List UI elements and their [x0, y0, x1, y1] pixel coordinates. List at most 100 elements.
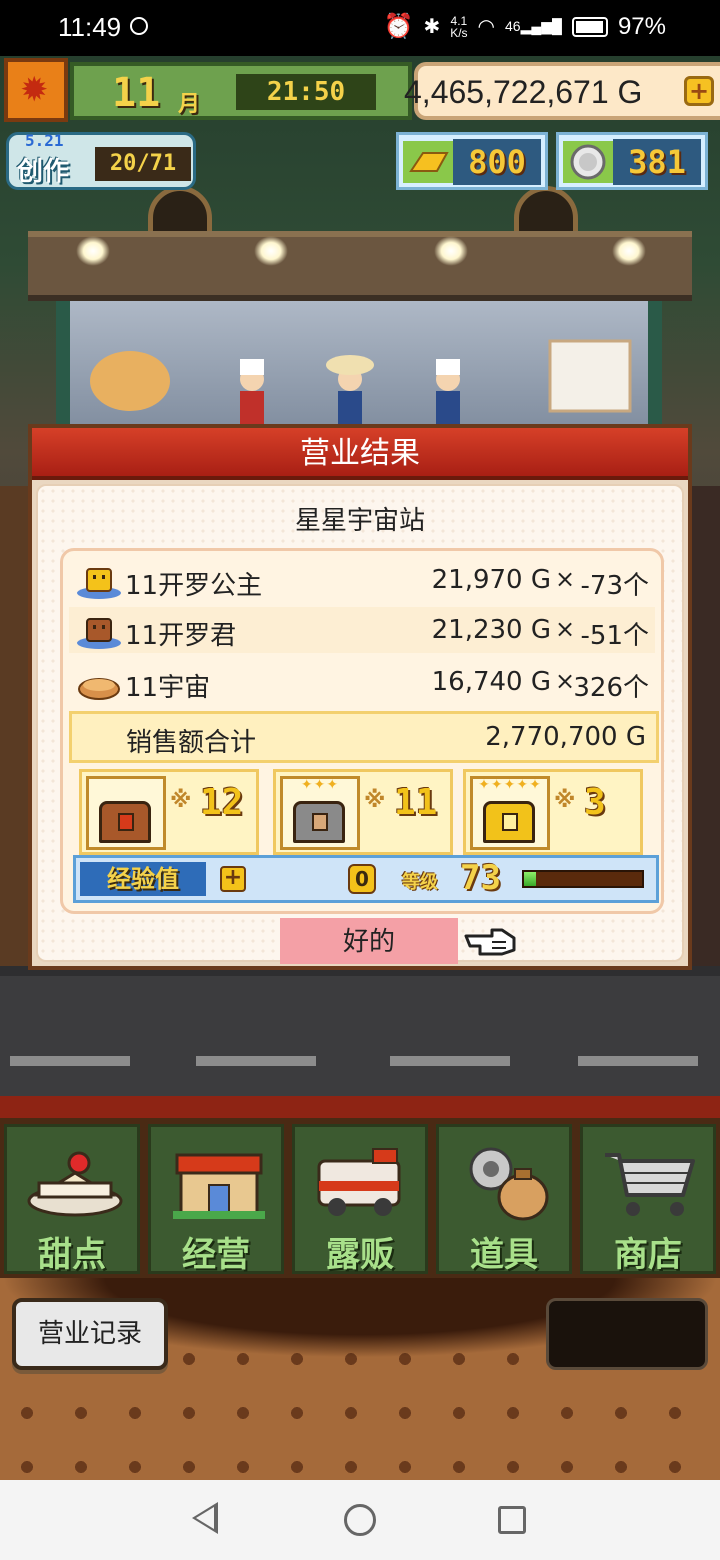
- princess-cake-icon: [77, 568, 121, 599]
- sidewalk: [690, 486, 720, 966]
- create-date: 5.21: [25, 131, 64, 150]
- road-marking: [10, 1056, 130, 1066]
- pointing-hand-icon: [464, 928, 516, 956]
- menu-items-button[interactable]: 道具: [436, 1124, 572, 1275]
- business-result-dialog: 营业结果 星星宇宙站 11开罗公主 21,970 G × -73个 11开罗君 …: [28, 424, 692, 970]
- medal-counter[interactable]: 381: [556, 132, 708, 190]
- pie-icon: [78, 678, 120, 700]
- gold-bar-count: 800: [453, 139, 541, 185]
- menu-dessert-button[interactable]: 甜点: [4, 1124, 140, 1275]
- chest-reward: ※ 12: [79, 769, 259, 855]
- sales-row: 11宇宙 16,740 G × 326个: [69, 659, 655, 705]
- cell-signal-icon: 46▂▄▆█: [505, 18, 562, 34]
- maple-leaf-icon: ✹: [20, 70, 49, 110]
- net-speed: 4.1 K/s: [450, 15, 467, 39]
- system-nav-bar: [0, 1480, 720, 1560]
- gold-chest-icon: ✦✦✦✦✦: [470, 776, 550, 850]
- month-unit: 月: [178, 92, 201, 117]
- sidewalk: [0, 486, 30, 966]
- multiply-sign: ※: [170, 788, 192, 813]
- bluetooth-icon: ✱: [423, 16, 441, 38]
- business-record-button[interactable]: 营业记录: [12, 1298, 168, 1370]
- cart-icon: [605, 1153, 695, 1216]
- recent-apps-icon[interactable]: [498, 1506, 526, 1534]
- road-marking: [578, 1056, 698, 1066]
- ok-button[interactable]: 好的: [280, 918, 458, 964]
- lamp-icon: [254, 236, 288, 266]
- item-quantity: -51个: [580, 621, 649, 651]
- item-name: 11宇宙: [125, 673, 211, 703]
- multiply-sign: ※: [554, 788, 576, 813]
- game-clock: 21:50: [236, 74, 376, 110]
- gold-display: 4,465,722,671 G +: [404, 62, 720, 120]
- chest-lock: [502, 813, 518, 831]
- item-quantity: -73个: [580, 571, 649, 601]
- main-menu: 甜点 经营 露贩 道具 商店: [0, 1118, 720, 1278]
- item-name: 11开罗公主: [125, 571, 263, 601]
- chest-count: 12: [200, 782, 244, 823]
- lamp-icon: [434, 236, 468, 266]
- chest-stars: ✦✦✦✦✦: [478, 777, 542, 793]
- menu-manage-button[interactable]: 经营: [148, 1124, 284, 1275]
- net-speed-unit: K/s: [450, 25, 468, 40]
- menu-stall-button[interactable]: 露贩: [292, 1124, 428, 1275]
- dialog-body: 星星宇宙站 11开罗公主 21,970 G × -73个 11开罗君 21,23…: [36, 484, 684, 964]
- home-icon[interactable]: [344, 1504, 376, 1536]
- menu-label: 甜点: [38, 1235, 106, 1275]
- create-progress[interactable]: 5.21 创作 20/71: [6, 131, 196, 190]
- shop-interior: [56, 301, 662, 441]
- total-label: 销售额合计: [126, 728, 257, 758]
- medal-icon: [563, 141, 613, 183]
- sales-total: 销售额合计 2,770,700 G: [69, 711, 659, 763]
- status-icons: ⏰ ✱ 4.1 K/s ◠ 46▂▄▆█ 97%: [384, 12, 666, 41]
- wooden-chest-icon: [86, 776, 166, 850]
- season-badge[interactable]: ✹: [4, 58, 68, 122]
- dialog-title: 营业结果: [32, 428, 688, 480]
- gold-bar-icon: [403, 141, 453, 183]
- sales-row: 11开罗君 21,230 G × -51个: [69, 607, 655, 653]
- date-display: 11 月 21:50: [70, 62, 412, 120]
- gold-bar-counter[interactable]: 800: [396, 132, 548, 190]
- wifi-icon: ◠: [477, 16, 495, 38]
- medal-count: 381: [613, 139, 701, 185]
- item-price: 21,970 G: [431, 565, 551, 595]
- silver-chest-icon: ✦✦✦: [280, 776, 360, 850]
- sales-row: 11开罗公主 21,970 G × -73个: [69, 557, 655, 603]
- status-time: 11:49: [58, 12, 122, 42]
- create-label: 创作: [17, 157, 70, 187]
- gold-amount: 4,465,722,671 G: [404, 74, 643, 110]
- shop-icon: [173, 1153, 265, 1219]
- sales-list: 11开罗公主 21,970 G × -73个 11开罗君 21,230 G × …: [60, 548, 664, 914]
- chocolate-cake-icon: [77, 618, 121, 649]
- level-label: 等级: [402, 872, 438, 893]
- level-progress-bar: [522, 870, 644, 888]
- menu-store-button[interactable]: 商店: [580, 1124, 716, 1275]
- menu-label: 道具: [470, 1235, 538, 1275]
- status-bar: 11:49 ⏰ ✱ 4.1 K/s ◠ 46▂▄▆█ 97%: [0, 0, 720, 56]
- lamp-icon: [612, 236, 646, 266]
- cake-icon: [27, 1151, 123, 1217]
- alarm-clock-icon: ⏰: [383, 13, 414, 40]
- menu-label: 露贩: [326, 1235, 394, 1275]
- month-number: 11: [112, 70, 161, 116]
- chest-lock: [312, 813, 328, 831]
- lamp-icon: [76, 236, 110, 266]
- exp-value: 0: [348, 864, 376, 894]
- chest-count: 3: [584, 782, 606, 823]
- item-quantity: 326个: [573, 673, 649, 703]
- chest-reward: ✦✦✦ ※ 11: [273, 769, 453, 855]
- tools-bag-icon: [469, 1147, 549, 1221]
- food-truck-icon: [317, 1148, 401, 1216]
- chest-lock: [118, 813, 134, 831]
- shop-staff-art: [90, 339, 632, 431]
- item-price: 16,740 G: [431, 667, 551, 697]
- add-gold-button[interactable]: +: [684, 76, 714, 106]
- chest-count: 11: [394, 782, 438, 823]
- menu-label: 商店: [614, 1235, 682, 1275]
- battery-icon: [571, 16, 608, 37]
- menu-label: 经营: [182, 1235, 250, 1275]
- item-name: 11开罗君: [125, 621, 237, 651]
- signal-type: 46: [505, 18, 521, 34]
- back-icon[interactable]: [192, 1502, 218, 1534]
- item-price: 21,230 G: [431, 615, 551, 645]
